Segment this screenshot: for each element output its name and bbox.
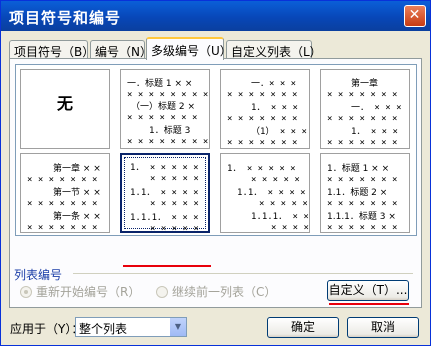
continue-list-radio[interactable]: 继续前一列表（C） (156, 283, 276, 300)
cell-line: × × × × × × × (227, 114, 298, 124)
cell-line: （一）标题 2 × (131, 102, 195, 112)
apply-to-select[interactable]: 整个列表 ▼ (75, 317, 187, 337)
title-bar: 项目符号和编号 ✕ (1, 1, 430, 31)
gallery-cell[interactable]: 一．标题 1 × × × × × × × × × × （一）标题 2 × × ×… (120, 69, 210, 149)
gallery-cell[interactable]: 1．标题 1 × × × × × × × × × 1.1．标题 2 × × × … (320, 153, 410, 233)
section-divider (73, 273, 413, 274)
radio-dot (156, 286, 168, 298)
cell-line: 第一节 × × (53, 188, 101, 198)
cell-line: × × × × × × × (327, 175, 398, 185)
cell-line: × × × × × × × (327, 138, 398, 148)
cell-line: 第一条 × × (53, 212, 101, 222)
cell-line: 一．× × × (251, 79, 297, 89)
cell-line: × × × × × × × (127, 113, 198, 123)
cell-line: × × × × × × × (27, 199, 98, 209)
gallery-cell[interactable]: 1． × × × × × × × × × × 1.1． × × × × × × … (220, 153, 310, 233)
cell-line: × × × × × × × (227, 138, 298, 148)
chevron-down-icon[interactable]: ▼ (169, 318, 186, 336)
cell-line: × × × × × × × (327, 114, 398, 124)
annotation-underline (123, 265, 211, 267)
gallery-cell[interactable]: 第一章 × × × × × × × × × 第一节 × × × × × × × … (20, 153, 110, 233)
apply-to-label: 应用于（Y）： (10, 322, 84, 336)
cell-line: 1.1．标题 2 × (327, 188, 388, 198)
cell-line: × × × × × × × (327, 90, 398, 100)
cell-line: 1.1.1． × × (251, 212, 309, 222)
list-numbering-label: 列表编号 (14, 268, 63, 282)
cell-line: × × × × × (150, 174, 199, 184)
cell-line: 一． × × × (351, 103, 402, 113)
gallery-cell[interactable]: 一．× × × × × × × × × × 1． × × × × × × × ×… (220, 69, 310, 149)
restart-numbering-radio[interactable]: 重新开始编号（R） (20, 283, 140, 300)
cell-line: × × × × × × × (27, 175, 98, 185)
cell-line: 第一章 × × (53, 164, 101, 174)
gallery-cell-none[interactable]: 无 (20, 69, 110, 149)
cell-line: × × × × × × × × (127, 90, 209, 100)
cancel-button[interactable]: 取消 (347, 317, 419, 338)
annotation-underline (329, 303, 409, 305)
customize-button[interactable]: 自定义（T）... (327, 280, 409, 301)
cell-line: 1．标题 3 (149, 126, 191, 136)
cell-line: × × × × × (251, 175, 300, 185)
gallery-cell-selected[interactable]: 1． × × × × × × × × × × 1.1． × × × × × × … (120, 153, 210, 233)
cell-line: 1.1． × × × × (237, 188, 306, 198)
ok-button[interactable]: 确定 (267, 317, 339, 338)
cell-line: × × × × × (150, 224, 199, 233)
tab-multilevel[interactable]: 多级编号（U） (146, 37, 232, 60)
cell-line: 1． × × × × × (227, 164, 296, 174)
tab-bullets[interactable]: 项目符号（B） (9, 40, 94, 59)
none-label: 无 (56, 94, 73, 113)
dialog-title: 项目符号和编号 (9, 9, 122, 27)
cell-line: × × × × × × × (327, 199, 398, 209)
cell-line: （1） × × × (251, 127, 307, 137)
cell-line: × × × × × (259, 199, 308, 209)
cell-line: 1.1． × × × × (130, 188, 199, 198)
cell-line: × × × × × (150, 199, 199, 209)
cell-line: × × × × × × × × (127, 137, 209, 147)
cell-line: 1． × × × × × (130, 163, 199, 173)
cell-line: × × × × × × × (227, 90, 298, 100)
restart-numbering-label: 重新开始编号（R） (36, 285, 141, 299)
gallery-cell[interactable]: 第一章 × × × × × × × 一． × × × × × × × × × ×… (320, 69, 410, 149)
radio-dot (20, 286, 32, 298)
cell-line: 1.1.1．标题 3 × (327, 212, 396, 222)
cell-line: × × × × (271, 223, 309, 233)
close-button[interactable]: ✕ (404, 5, 426, 27)
cell-line: 1． × × × (351, 127, 398, 137)
cell-line: × × × × × × × (327, 223, 398, 233)
bullets-numbering-dialog: 项目符号和编号 ✕ 项目符号（B） 编号（N） 多级编号（U） 自定义列表（L）… (0, 0, 431, 346)
cell-line: 1． × × × (251, 103, 298, 113)
numbering-gallery: 无 一．标题 1 × × × × × × × × × × （一）标题 2 × ×… (15, 64, 417, 236)
tab-numbering[interactable]: 编号（N） (90, 40, 152, 59)
cell-line: × × × × × × × (27, 223, 98, 233)
continue-list-label: 继续前一列表（C） (172, 285, 277, 299)
tab-panel: 无 一．标题 1 × × × × × × × × × × （一）标题 2 × ×… (9, 58, 422, 308)
cell-line: 1．标题 1 × × (327, 164, 390, 174)
tab-custom-list[interactable]: 自定义列表（L） (226, 40, 322, 59)
apply-to-value: 整个列表 (79, 322, 128, 336)
cell-line: 一．标题 1 × × (127, 79, 193, 89)
cell-line: 1.1.1． × × × (130, 213, 199, 223)
cell-line: 第一章 (351, 79, 379, 89)
close-icon: ✕ (408, 7, 422, 23)
